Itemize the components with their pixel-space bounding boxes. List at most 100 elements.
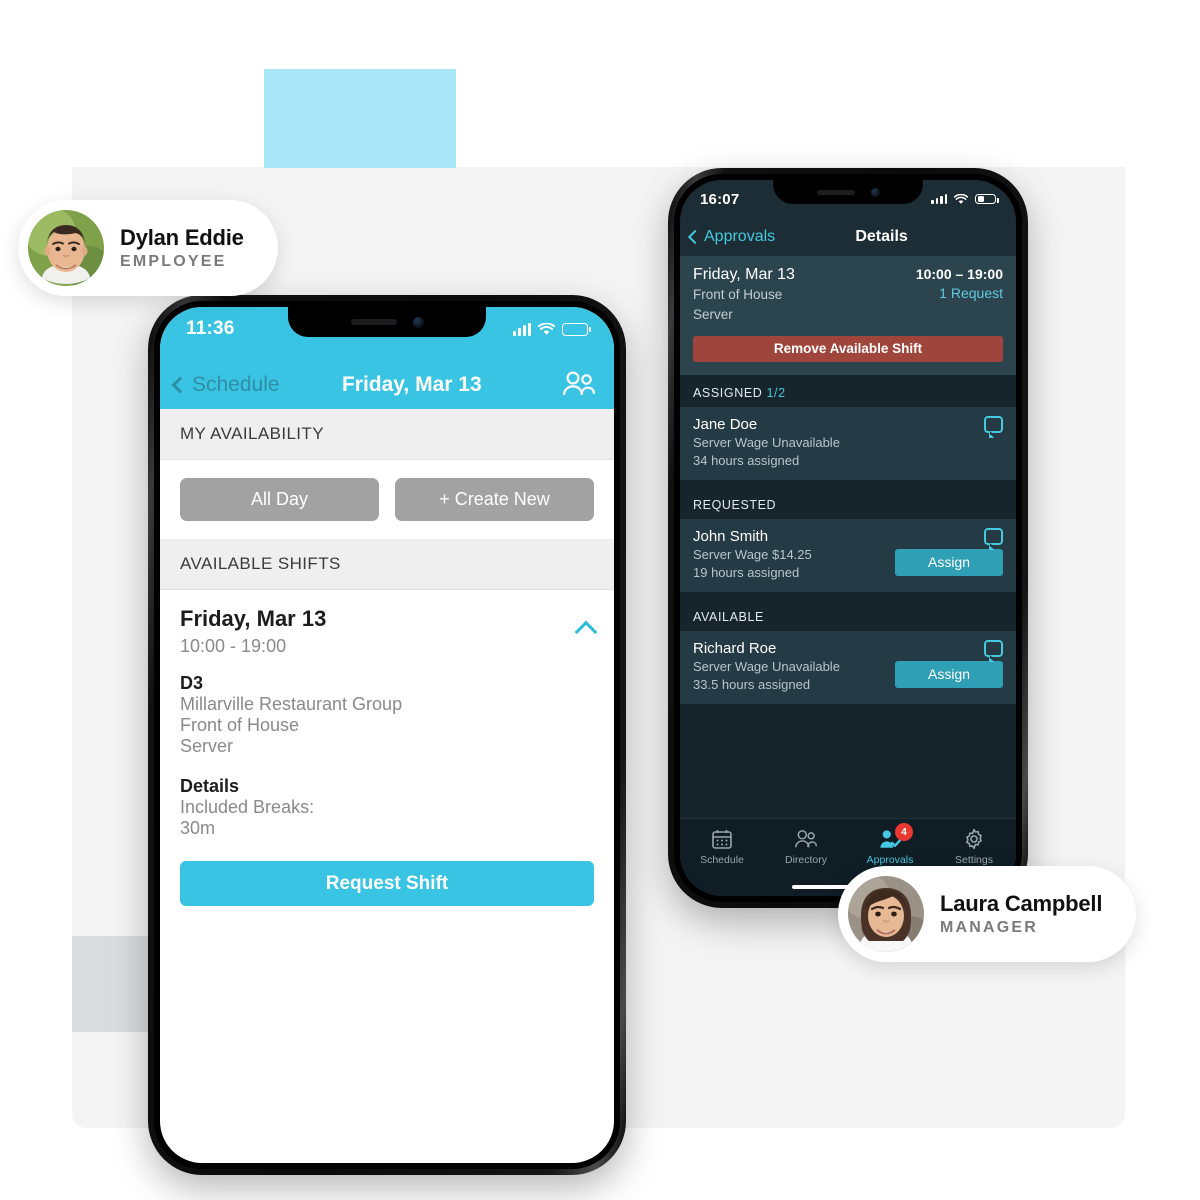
person-wage: Server Wage Unavailable bbox=[693, 658, 840, 674]
page-title: Friday, Mar 13 bbox=[341, 373, 482, 396]
manager-name-card: Laura Campbell MANAGER bbox=[838, 866, 1137, 962]
people-icon bbox=[795, 830, 818, 848]
chat-bubble-icon[interactable] bbox=[984, 527, 1003, 550]
section-label: REQUESTED bbox=[693, 497, 777, 512]
tab-label: Schedule bbox=[700, 854, 744, 866]
person-hours: 34 hours assigned bbox=[693, 453, 800, 469]
person-hours: 33.5 hours assigned bbox=[693, 677, 811, 693]
table-row[interactable]: Richard Roe Server Wage Unavailable 33.5… bbox=[680, 630, 1016, 704]
assigned-count: 1/2 bbox=[766, 385, 786, 400]
status-icons bbox=[931, 193, 999, 205]
employee-name: Dylan Eddie bbox=[120, 225, 244, 250]
chat-bubble-icon[interactable] bbox=[984, 639, 1003, 662]
manager-content: Friday, Mar 13 Front of House Server 10:… bbox=[680, 256, 1016, 818]
calendar-icon bbox=[712, 830, 732, 849]
tab-directory[interactable]: Directory bbox=[764, 828, 848, 866]
shift-time: 10:00 - 19:00 bbox=[180, 636, 287, 656]
shift-code: D3 bbox=[180, 673, 204, 693]
wifi-icon bbox=[538, 322, 555, 335]
battery-icon bbox=[975, 193, 999, 205]
manager-phone: Approvals Details 16:07 Friday, Mar 13 F… bbox=[668, 168, 1028, 908]
tab-settings[interactable]: Settings bbox=[932, 828, 1016, 866]
all-day-button[interactable]: All Day bbox=[180, 478, 379, 521]
request-count[interactable]: 1 Request bbox=[916, 285, 1003, 301]
shift-card-header[interactable]: Friday, Mar 13 10:00 - 19:00 bbox=[180, 606, 598, 657]
employee-phone: Schedule Friday, Mar 13 11:36 MY AVAILAB… bbox=[148, 295, 626, 1175]
cellular-bars-icon bbox=[513, 322, 531, 336]
section-header-available: AVAILABLE bbox=[680, 591, 1016, 631]
gear-icon bbox=[966, 828, 982, 850]
person-name: Jane Doe bbox=[693, 415, 758, 433]
assign-button[interactable]: Assign bbox=[895, 548, 1003, 576]
shift-day: Friday, Mar 13 bbox=[693, 266, 795, 283]
approvals-badge: 4 bbox=[895, 823, 913, 841]
chevron-left-icon bbox=[687, 229, 703, 245]
employee-screen: Schedule Friday, Mar 13 11:36 MY AVAILAB… bbox=[160, 307, 614, 1163]
manager-screen: Approvals Details 16:07 Friday, Mar 13 F… bbox=[680, 180, 1016, 896]
front-camera bbox=[412, 316, 424, 328]
table-row[interactable]: Jane Doe Server Wage Unavailable 34 hour… bbox=[680, 406, 1016, 480]
manager-name: Laura Campbell bbox=[940, 891, 1103, 916]
decorative-gray-rectangle bbox=[72, 936, 150, 1032]
shift-company: Millarville Restaurant Group bbox=[180, 694, 403, 714]
cellular-bars-icon bbox=[931, 194, 947, 204]
front-camera bbox=[870, 187, 880, 197]
breaks-value: 30m bbox=[180, 817, 216, 838]
details-label: Details bbox=[180, 775, 240, 796]
background-panel-top-white bbox=[72, 70, 1125, 167]
people-icon[interactable] bbox=[562, 370, 596, 397]
page-title: Details bbox=[855, 228, 908, 245]
shift-role: Server bbox=[180, 736, 234, 757]
availability-buttons: All Day + Create New bbox=[160, 460, 614, 539]
section-header-assigned: ASSIGNED 1/2 bbox=[680, 374, 1016, 407]
chat-bubble-icon[interactable] bbox=[984, 415, 1003, 438]
manager-avatar bbox=[848, 876, 924, 952]
tab-schedule[interactable]: Schedule bbox=[680, 828, 764, 866]
person-wage: Server Wage $14.25 bbox=[693, 546, 812, 562]
tab-label: Settings bbox=[955, 854, 993, 866]
section-header-available-shifts: AVAILABLE SHIFTS bbox=[160, 539, 614, 590]
manager-role: MANAGER bbox=[940, 919, 1039, 936]
shift-department: Front of House bbox=[180, 715, 300, 736]
employee-avatar bbox=[28, 210, 104, 286]
earpiece-speaker bbox=[350, 319, 397, 325]
tab-label: Directory bbox=[784, 854, 827, 866]
shift-day: Friday, Mar 13 bbox=[180, 606, 327, 631]
person-wage: Server Wage Unavailable bbox=[693, 434, 840, 450]
status-icons bbox=[513, 322, 591, 336]
breaks-label: Included Breaks: bbox=[180, 796, 315, 817]
person-name: Richard Roe bbox=[693, 639, 777, 657]
chevron-left-icon bbox=[171, 376, 189, 394]
table-row[interactable]: John Smith Server Wage $14.25 19 hours a… bbox=[680, 518, 1016, 592]
employee-notch bbox=[288, 307, 486, 337]
person-hours: 19 hours assigned bbox=[693, 565, 800, 581]
status-time: 16:07 bbox=[700, 190, 740, 208]
section-label: AVAILABLE bbox=[693, 609, 764, 624]
chevron-up-icon[interactable] bbox=[574, 620, 598, 644]
assign-button[interactable]: Assign bbox=[895, 660, 1003, 688]
status-time: 11:36 bbox=[186, 318, 235, 339]
employee-content: MY AVAILABILITY All Day + Create New AVA… bbox=[160, 409, 614, 1163]
request-shift-button[interactable]: Request Shift bbox=[180, 861, 594, 907]
section-label: ASSIGNED bbox=[693, 385, 763, 400]
decorative-blue-rectangle bbox=[264, 69, 456, 168]
shift-time: 10:00 – 19:00 bbox=[915, 266, 1003, 282]
shift-detail-card: Friday, Mar 13 10:00 - 19:00 D3 Millarvi… bbox=[160, 590, 614, 929]
scene: Schedule Friday, Mar 13 11:36 MY AVAILAB… bbox=[0, 0, 1200, 1200]
create-new-button[interactable]: + Create New bbox=[395, 478, 594, 521]
shift-summary-card: Friday, Mar 13 Front of House Server 10:… bbox=[680, 256, 1016, 375]
section-header-requested: REQUESTED bbox=[680, 479, 1016, 519]
wifi-icon bbox=[954, 193, 968, 204]
earpiece-speaker bbox=[816, 189, 855, 195]
remove-available-shift-button[interactable]: Remove Available Shift bbox=[693, 335, 1003, 362]
shift-role: Server bbox=[693, 306, 733, 322]
manager-notch bbox=[773, 180, 923, 204]
tab-approvals[interactable]: 4 Approvals bbox=[848, 823, 932, 866]
shift-department: Front of House bbox=[693, 287, 783, 302]
employee-role: EMPLOYEE bbox=[120, 253, 227, 270]
person-name: John Smith bbox=[693, 527, 769, 545]
tab-label: Approvals bbox=[866, 854, 914, 866]
employee-name-card: Dylan Eddie EMPLOYEE bbox=[18, 200, 278, 296]
battery-icon bbox=[562, 322, 591, 336]
section-header-availability: MY AVAILABILITY bbox=[160, 409, 614, 460]
